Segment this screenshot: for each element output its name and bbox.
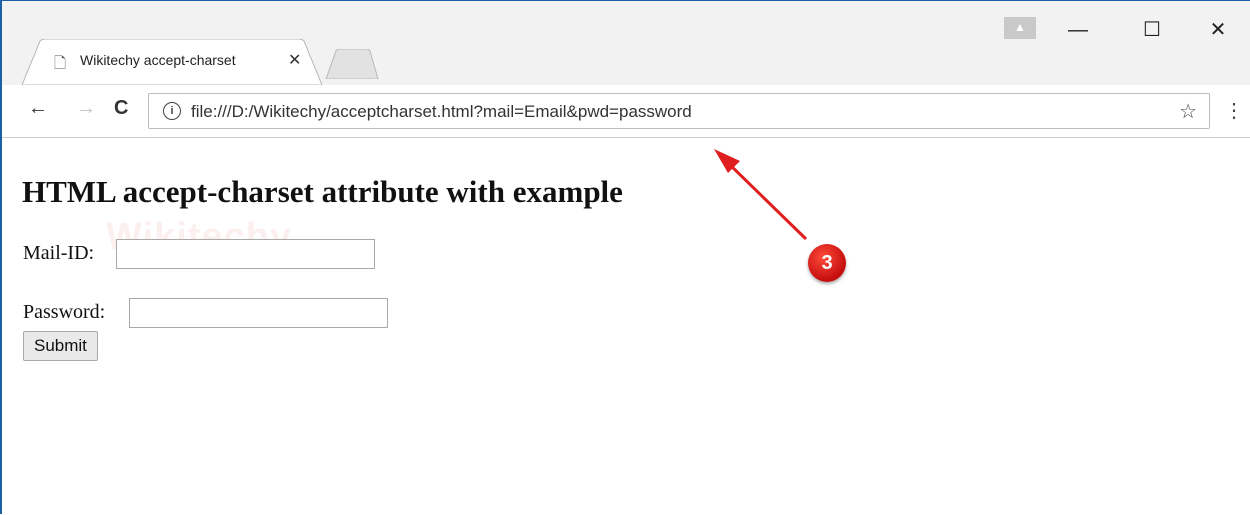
step-badge: 3 bbox=[808, 244, 846, 282]
annotation-arrow bbox=[714, 149, 808, 241]
browser-window: 🗋 Wikitechy accept-charset ✕ ▲ — ☐ ✕ ← →… bbox=[0, 0, 1250, 514]
